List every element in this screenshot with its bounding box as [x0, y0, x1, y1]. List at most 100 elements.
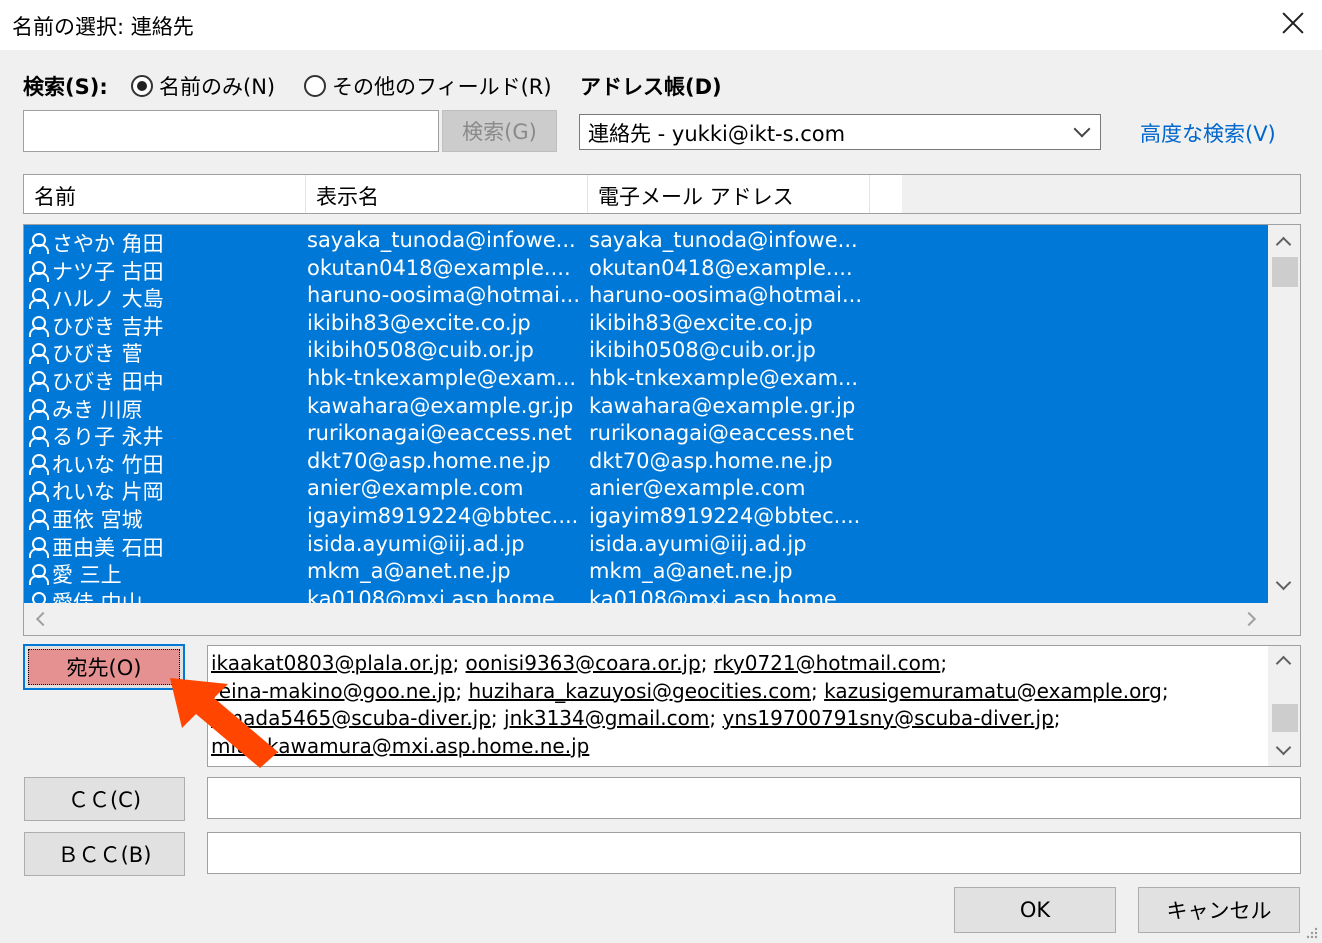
- table-row[interactable]: さやか 角田 sayaka_tunoda@infowe... sayaka_tu…: [24, 227, 1268, 256]
- bcc-button[interactable]: ＢＣＣ(B): [24, 832, 185, 876]
- cc-field[interactable]: [207, 777, 1301, 819]
- table-row[interactable]: 亜依 宮城 igayim8919224@bbtec.... igayim8919…: [24, 503, 1268, 532]
- scroll-left-icon[interactable]: [35, 611, 51, 627]
- to-button[interactable]: 宛先(O): [23, 644, 185, 690]
- contact-email: ikibih83@excite.co.jp: [589, 310, 813, 335]
- contact-display-name: igayim8919224@bbtec....: [307, 504, 579, 528]
- contact-email: rurikonagai@eaccess.net: [589, 421, 854, 446]
- scroll-up-icon[interactable]: [1275, 655, 1292, 672]
- bcc-field[interactable]: [207, 832, 1301, 874]
- radio-name-only-label: 名前のみ(N): [159, 75, 276, 99]
- person-icon: [28, 398, 49, 420]
- recipients-vertical-scrollbar[interactable]: [1268, 646, 1300, 766]
- scroll-thumb[interactable]: [1272, 704, 1298, 732]
- contact-name: ひびき 菅: [52, 342, 143, 367]
- contact-display-name: rurikonagai@eaccess.net: [307, 421, 572, 446]
- search-input[interactable]: [23, 110, 439, 152]
- table-row[interactable]: れいな 竹田 dkt70@asp.home.ne.jp dkt70@asp.ho…: [24, 448, 1268, 477]
- table-row[interactable]: れいな 片岡 anier@example.com anier@example.c…: [24, 475, 1268, 504]
- address-book-selected: 連絡先 - yukki@ikt-s.com: [588, 122, 846, 146]
- to-recipients-text: ikaakat0803@plala.or.jp; oonisi9363@coar…: [211, 650, 1265, 760]
- contact-name: 亜依 宮城: [52, 508, 143, 532]
- contact-email: ka0108@mxi.asp.home...: [589, 586, 857, 603]
- recipient-email[interactable]: oonisi9363@coara.or.jp: [466, 651, 701, 675]
- column-header-name[interactable]: 名前: [24, 175, 306, 213]
- table-row[interactable]: ナツ子 古田 okutan0418@example.... okutan0418…: [24, 255, 1268, 284]
- table-row[interactable]: 愛佳 中山 ka0108@mxi.asp.home... ka0108@mxi.…: [24, 586, 1268, 603]
- list-horizontal-scrollbar[interactable]: [24, 603, 1268, 635]
- address-book-select[interactable]: 連絡先 - yukki@ikt-s.com: [579, 114, 1101, 150]
- resize-grip-icon[interactable]: [1304, 925, 1318, 939]
- contact-email: kawahara@example.gr.jp: [589, 393, 856, 418]
- search-button[interactable]: 検索(G): [442, 110, 557, 152]
- contact-display-name: haruno-oosima@hotmai...: [307, 283, 581, 308]
- cc-button[interactable]: ＣＣ(C): [24, 777, 185, 821]
- contact-name: ひびき 田中: [52, 370, 164, 394]
- recipient-email[interactable]: kazusigemuramatu@example.org: [824, 679, 1162, 703]
- contact-display-name: kawahara@example.gr.jp: [307, 393, 574, 418]
- list-header: 名前 表示名 電子メール アドレス: [23, 174, 1301, 214]
- recipient-line: mitsukawamura@mxi.asp.home.ne.jp: [211, 733, 1265, 761]
- person-icon: [28, 453, 49, 475]
- contacts-list[interactable]: さやか 角田 sayaka_tunoda@infowe... sayaka_tu…: [23, 224, 1301, 636]
- contact-name: 亜由美 石田: [52, 535, 164, 560]
- person-icon: [28, 508, 49, 530]
- to-recipients-field[interactable]: ikaakat0803@plala.or.jp; oonisi9363@coar…: [207, 645, 1301, 767]
- ok-button[interactable]: OK: [954, 887, 1116, 933]
- scroll-right-icon[interactable]: [1241, 611, 1257, 627]
- contact-display-name: dkt70@asp.home.ne.jp: [307, 448, 551, 473]
- table-row[interactable]: るり子 永井 rurikonagai@eaccess.net rurikonag…: [24, 420, 1268, 450]
- recipient-line: nmada5465@scuba-diver.jp; jnk3134@gmail.…: [211, 706, 1061, 730]
- contact-email: dkt70@asp.home.ne.jp: [589, 448, 833, 473]
- contact-display-name: anier@example.com: [307, 476, 524, 501]
- recipient-email[interactable]: yns19700791sny@scuba-diver.jp: [722, 706, 1053, 730]
- table-row[interactable]: 愛 三上 mkm_a@anet.ne.jp mkm_a@anet.ne.jp: [24, 558, 1268, 587]
- cancel-button[interactable]: キャンセル: [1138, 887, 1300, 933]
- table-row[interactable]: ひびき 吉井 ikibih83@excite.co.jp ikibih83@ex…: [24, 310, 1268, 339]
- table-row[interactable]: みき 川原 kawahara@example.gr.jp kawahara@ex…: [24, 393, 1268, 422]
- column-header-email[interactable]: 電子メール アドレス: [588, 175, 870, 213]
- recipient-email[interactable]: mitsukawamura@mxi.asp.home.ne.jp: [211, 734, 589, 758]
- person-icon: [28, 480, 49, 503]
- contact-email: haruno-oosima@hotmai...: [589, 283, 863, 308]
- contact-display-name: sayaka_tunoda@infowe...: [307, 228, 576, 252]
- list-vertical-scrollbar[interactable]: [1268, 225, 1300, 603]
- table-row[interactable]: ひびき 菅 ikibih0508@cuib.or.jp ikibih0508@c…: [24, 337, 1268, 367]
- person-icon: [28, 342, 49, 365]
- contact-display-name: ikibih0508@cuib.or.jp: [307, 338, 534, 363]
- address-book-label: アドレス帳(D): [580, 75, 722, 99]
- contact-email: sayaka_tunoda@infowe...: [589, 228, 858, 252]
- chevron-down-icon: [1073, 120, 1091, 138]
- recipient-line: ikaakat0803@plala.or.jp; oonisi9363@coar…: [211, 651, 948, 675]
- recipient-email[interactable]: ikaakat0803@plala.or.jp: [211, 651, 452, 675]
- contact-name: ハルノ 大島: [52, 287, 164, 312]
- recipient-email[interactable]: nmada5465@scuba-diver.jp: [211, 706, 491, 730]
- scroll-up-icon[interactable]: [1275, 236, 1292, 253]
- close-icon[interactable]: [1278, 8, 1308, 38]
- recipient-email[interactable]: rky0721@hotmail.com: [714, 651, 941, 675]
- advanced-search-link[interactable]: 高度な検索(V): [1140, 118, 1276, 148]
- window-title: 名前の選択: 連絡先: [12, 15, 194, 39]
- contact-email: anier@example.com: [589, 476, 806, 501]
- contact-name: みき 川原: [52, 397, 143, 422]
- to-button-label: 宛先(O): [28, 649, 180, 685]
- contact-name: ひびき 吉井: [52, 314, 164, 339]
- radio-name-only[interactable]: 名前のみ(N): [131, 71, 275, 101]
- recipient-email[interactable]: huzihara_kazuyosi@geocities.com: [468, 679, 811, 703]
- radio-other-fields[interactable]: その他のフィールド(R): [304, 71, 552, 101]
- contact-email: ikibih0508@cuib.or.jp: [589, 338, 816, 363]
- recipient-email[interactable]: reina-makino@goo.ne.jp: [211, 679, 455, 703]
- scroll-down-icon[interactable]: [1275, 574, 1292, 591]
- column-header-display[interactable]: 表示名: [306, 175, 588, 213]
- contact-name: るり子 永井: [52, 425, 164, 450]
- table-row[interactable]: ひびき 田中 hbk-tnkexample@exam... hbk-tnkexa…: [24, 365, 1268, 394]
- person-icon: [28, 232, 49, 254]
- recipient-email[interactable]: jnk3134@gmail.com: [504, 706, 709, 730]
- person-icon: [28, 287, 49, 310]
- table-row[interactable]: ハルノ 大島 haruno-oosima@hotmai... haruno-oo…: [24, 282, 1268, 312]
- scroll-down-icon[interactable]: [1275, 739, 1292, 756]
- scroll-thumb[interactable]: [1272, 257, 1298, 287]
- table-row[interactable]: 亜由美 石田 isida.ayumi@iij.ad.jp isida.ayumi…: [24, 531, 1268, 560]
- contact-email: mkm_a@anet.ne.jp: [589, 559, 793, 584]
- person-icon: [28, 591, 49, 603]
